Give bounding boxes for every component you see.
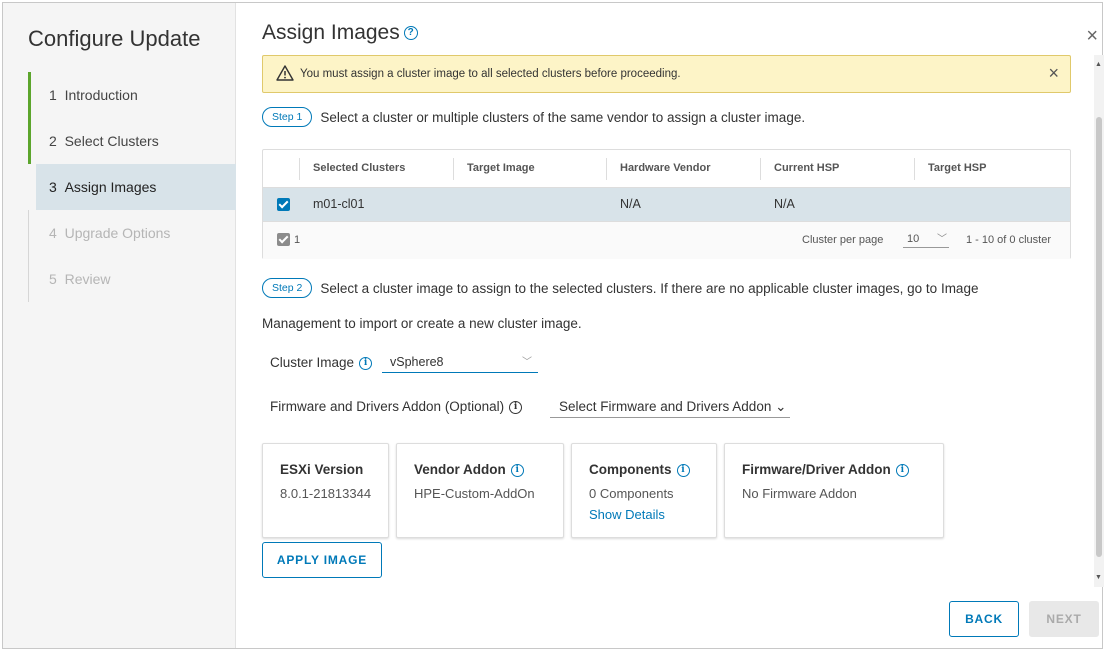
column-header-target-image[interactable]: Target Image <box>467 162 535 174</box>
column-header-selected-clusters[interactable]: Selected Clusters <box>313 162 405 174</box>
step-number: 1 <box>49 87 57 103</box>
wizard-step-upgrade-options: 4 Upgrade Options <box>28 210 236 256</box>
card-title: Components i <box>589 462 690 477</box>
warning-triangle-icon <box>276 65 294 81</box>
column-divider <box>453 158 454 180</box>
per-page-value: 10 <box>907 233 920 245</box>
step-number: 2 <box>49 133 57 149</box>
column-divider <box>606 158 607 180</box>
close-dialog-icon[interactable]: × <box>1086 25 1098 48</box>
step2-text-line1: Select a cluster image to assign to the … <box>320 280 979 296</box>
esxi-version-card: ESXi Version 8.0.1-21813344 <box>262 443 389 538</box>
next-button: NEXT <box>1029 601 1099 637</box>
cell-cluster: m01-cl01 <box>313 197 365 211</box>
grid-header: Selected Clusters Target Image Hardware … <box>263 150 1070 188</box>
help-circle-icon[interactable]: ? <box>403 26 418 41</box>
alert-message: You must assign a cluster image to all s… <box>300 68 681 80</box>
info-icon[interactable]: i <box>509 400 523 414</box>
card-title: Firmware/Driver Addon i <box>742 462 909 477</box>
step-label: Introduction <box>64 87 138 103</box>
wizard-title: Configure Update <box>28 26 201 51</box>
wizard-step-select-clusters[interactable]: 2 Select Clusters <box>28 118 236 164</box>
selected-count-checkbox <box>277 233 290 246</box>
cluster-image-label: Cluster Image <box>270 355 355 370</box>
per-page-label: Cluster per page <box>802 234 884 246</box>
wizard-steps: 1 Introduction 2 Select Clusters 3 Assig… <box>28 72 236 302</box>
show-details-link[interactable]: Show Details <box>589 507 665 522</box>
step1-text: Select a cluster or multiple clusters of… <box>320 109 806 125</box>
scroll-up-icon[interactable]: ▲ <box>1095 61 1102 68</box>
info-icon[interactable]: i <box>676 463 690 477</box>
pagination-range: 1 - 10 of 0 cluster <box>966 234 1051 246</box>
content-scrollbar[interactable]: ▲ ▼ <box>1094 55 1104 587</box>
step-label: Select Clusters <box>64 133 159 149</box>
column-header-hardware-vendor[interactable]: Hardware Vendor <box>620 162 710 174</box>
column-header-current-hsp[interactable]: Current HSP <box>774 162 839 174</box>
step2-instruction: Step 2 Select a cluster image to assign t… <box>262 278 978 298</box>
card-title-text: Components <box>589 462 672 477</box>
column-divider <box>760 158 761 180</box>
row-checkbox[interactable] <box>277 198 290 211</box>
alert-close-icon[interactable]: × <box>1048 63 1059 84</box>
step-number: 4 <box>49 225 57 241</box>
firmware-driver-addon-card: Firmware/Driver Addon i No Firmware Addon <box>724 443 944 538</box>
back-button[interactable]: BACK <box>949 601 1019 637</box>
step2-badge: Step 2 <box>262 278 313 298</box>
card-title-text: Firmware/Driver Addon <box>742 462 891 477</box>
scroll-down-icon[interactable]: ▼ <box>1095 574 1102 581</box>
selected-count: 1 <box>294 234 301 246</box>
wizard-sidebar: Configure Update 1 Introduction 2 Select… <box>3 3 236 648</box>
cell-hardware-vendor: N/A <box>620 197 641 211</box>
firmware-addon-select[interactable]: Select Firmware and Drivers Addon ⌄ <box>550 397 791 418</box>
page-title: Assign Images? <box>262 21 418 45</box>
column-header-target-hsp[interactable]: Target HSP <box>928 162 986 174</box>
wizard-main: Assign Images? × You must assign a clust… <box>236 3 1104 648</box>
step1-badge: Step 1 <box>262 107 313 127</box>
scrollbar-thumb[interactable] <box>1096 117 1102 557</box>
page-title-text: Assign Images <box>262 21 400 44</box>
info-icon[interactable]: i <box>359 356 373 370</box>
warning-alert: You must assign a cluster image to all s… <box>262 55 1071 93</box>
column-divider <box>299 158 300 180</box>
chevron-down-icon: ﹀ <box>522 357 532 368</box>
card-title-text: Vendor Addon <box>414 462 506 477</box>
table-row[interactable]: m01-cl01 N/A N/A <box>263 188 1070 222</box>
wizard-step-assign-images[interactable]: 3 Assign Images <box>36 164 236 210</box>
step-label: Review <box>64 271 111 287</box>
wizard-step-review: 5 Review <box>28 256 236 302</box>
card-title: ESXi Version <box>280 462 364 477</box>
card-value: No Firmware Addon <box>742 486 857 501</box>
step2-text-line2: Management to import or create a new clu… <box>262 316 582 331</box>
cell-current-hsp: N/A <box>774 197 795 211</box>
components-card: Components i 0 Components Show Details <box>571 443 717 538</box>
vendor-addon-card: Vendor Addon i HPE-Custom-AddOn <box>396 443 564 538</box>
card-value: HPE-Custom-AddOn <box>414 486 535 501</box>
clusters-grid: Selected Clusters Target Image Hardware … <box>262 149 1071 259</box>
step1-instruction: Step 1 Select a cluster or multiple clust… <box>262 107 805 127</box>
apply-image-button[interactable]: APPLY IMAGE <box>262 542 382 578</box>
column-divider <box>914 158 915 180</box>
cluster-image-select[interactable]: vSphere8 ﹀ <box>382 353 538 373</box>
info-icon[interactable]: i <box>895 463 909 477</box>
cluster-image-field: Cluster Image i <box>270 355 373 370</box>
firmware-addon-field: Firmware and Drivers Addon (Optional) i <box>270 399 523 414</box>
card-title: Vendor Addon i <box>414 462 524 477</box>
card-value: 0 Components <box>589 486 674 501</box>
grid-footer: 1 Cluster per page 10 ﹀ 1 - 10 of 0 clus… <box>263 222 1070 259</box>
configure-update-dialog: Configure Update 1 Introduction 2 Select… <box>2 2 1104 649</box>
step-label: Assign Images <box>64 179 157 195</box>
step-number: 5 <box>49 271 57 287</box>
step-label: Upgrade Options <box>64 225 171 241</box>
per-page-select[interactable]: 10 ﹀ <box>903 232 949 248</box>
wizard-step-introduction[interactable]: 1 Introduction <box>28 72 236 118</box>
info-icon[interactable]: i <box>510 463 524 477</box>
chevron-down-icon: ﹀ <box>937 234 947 245</box>
card-value: 8.0.1-21813344 <box>280 486 372 501</box>
cluster-image-value: vSphere8 <box>390 355 444 369</box>
firmware-addon-label: Firmware and Drivers Addon (Optional) <box>270 399 505 414</box>
step-number: 3 <box>49 179 57 195</box>
